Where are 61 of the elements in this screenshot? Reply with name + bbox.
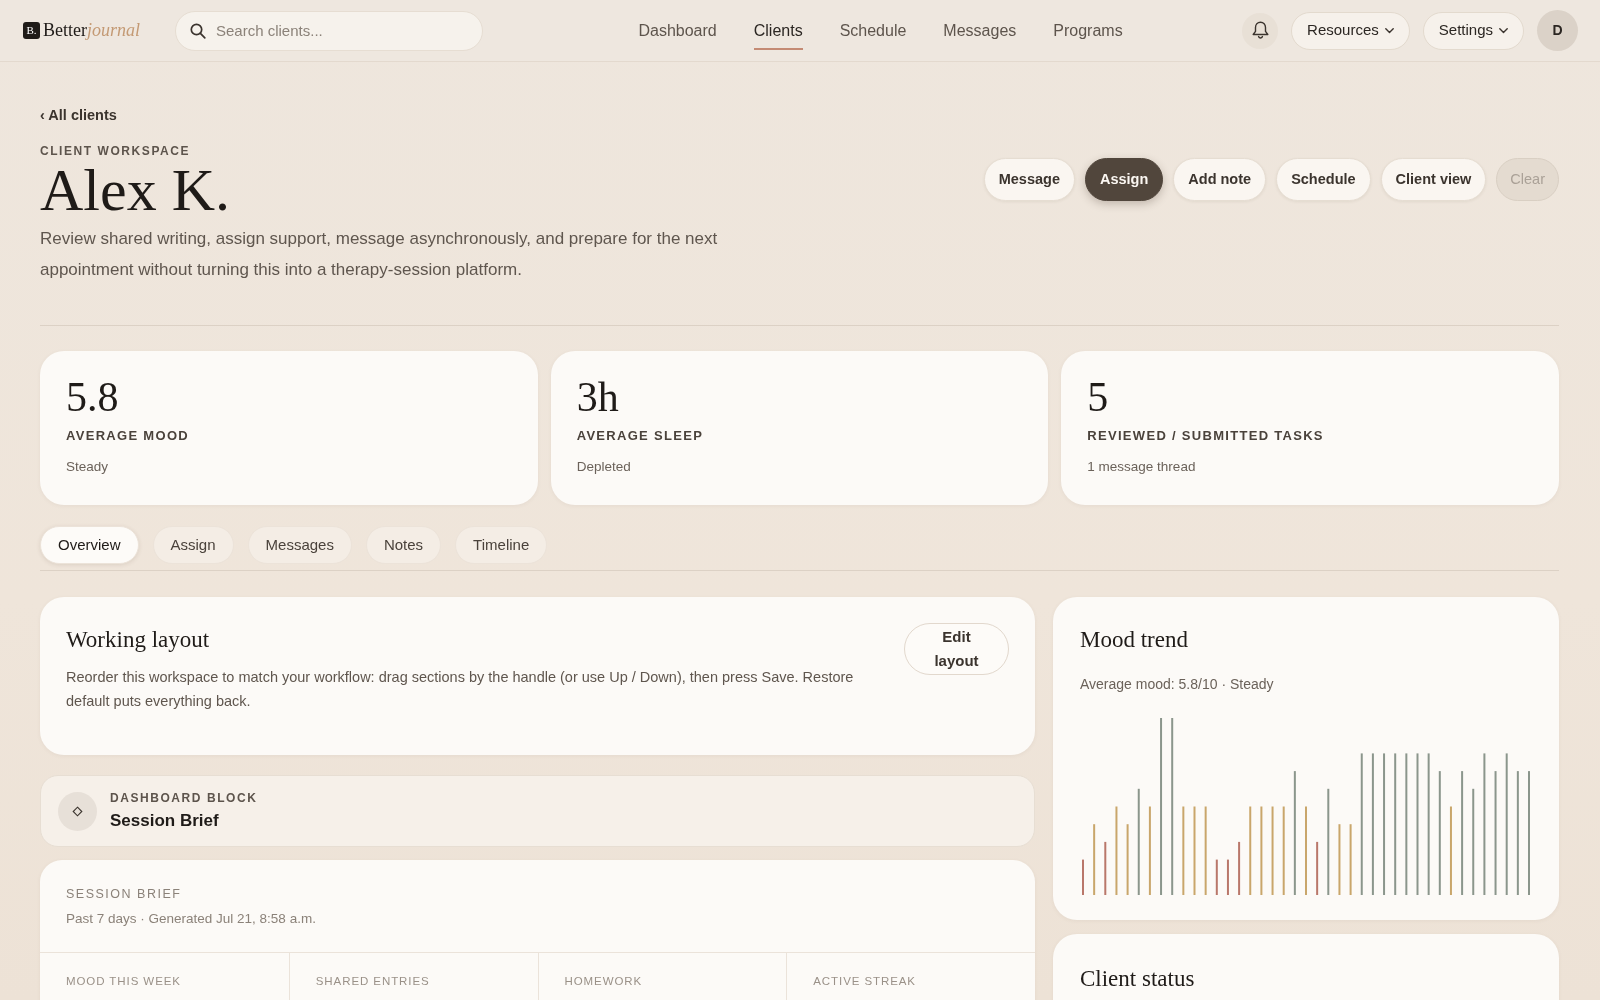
nav-link[interactable]: Clients bbox=[753, 11, 803, 50]
search-icon bbox=[190, 22, 206, 39]
stat-label: AVERAGE SLEEP bbox=[576, 427, 705, 445]
stat-note: 1 message thread bbox=[1087, 458, 1197, 476]
metric-label: HOMEWORK bbox=[564, 974, 644, 988]
nav-link[interactable]: Programs bbox=[1053, 11, 1123, 50]
dropdown-menu-button[interactable]: Settings bbox=[1422, 11, 1524, 50]
chevron-down-icon bbox=[1384, 27, 1394, 34]
user-avatar[interactable]: D bbox=[1537, 10, 1578, 51]
chevron-down-icon bbox=[1499, 27, 1508, 34]
stat-value: 3h bbox=[576, 375, 620, 419]
action-button[interactable]: Message bbox=[983, 158, 1075, 201]
nav-link[interactable]: Schedule bbox=[839, 11, 907, 50]
stat-label: AVERAGE MOOD bbox=[66, 427, 190, 445]
metric-label: SHARED ENTRIES bbox=[315, 974, 431, 988]
card-title: Mood trend bbox=[1080, 626, 1189, 654]
block-title: Session Brief bbox=[110, 810, 220, 832]
stat-value: 5 bbox=[1087, 375, 1110, 419]
mood-bar bbox=[1226, 859, 1229, 895]
block-label: DASHBOARD BLOCK bbox=[110, 790, 258, 806]
stat-label: REVIEWED / SUBMITTED TASKS bbox=[1087, 427, 1325, 445]
action-button[interactable]: Client view bbox=[1380, 158, 1487, 201]
tab[interactable]: Messages bbox=[247, 526, 352, 564]
back-link[interactable]: ‹ All clients bbox=[40, 106, 117, 124]
metric-label: MOOD THIS WEEK bbox=[66, 974, 182, 988]
client-name-heading: Alex K. bbox=[40, 159, 231, 221]
section-meta: Past 7 days · Generated Jul 21, 8:58 a.m. bbox=[65, 910, 317, 928]
page-description: Review shared writing, assign support, message asynchronously, and prepare for the next appointment without turning this into a therapy-session platform. bbox=[40, 228, 719, 281]
mood-bar bbox=[1215, 859, 1218, 895]
search-field[interactable]: Search clients... bbox=[175, 10, 483, 51]
action-button[interactable]: Add note bbox=[1173, 158, 1267, 201]
tab[interactable]: Timeline bbox=[455, 526, 548, 564]
stat-note: Steady bbox=[66, 458, 110, 476]
bell-icon bbox=[1251, 21, 1269, 40]
mood-bar bbox=[1104, 841, 1107, 895]
edit-layout-button[interactable]: Edit layout bbox=[904, 623, 1009, 675]
dropdown-menu-button[interactable]: Resources bbox=[1291, 11, 1410, 50]
stat-value: 5.8 bbox=[66, 375, 120, 419]
action-button[interactable]: Assign bbox=[1084, 158, 1164, 201]
section-label: SESSION BRIEF bbox=[65, 886, 183, 902]
mood-bar bbox=[1338, 824, 1341, 895]
mood-bar bbox=[1238, 841, 1241, 895]
action-button[interactable]: Schedule bbox=[1276, 158, 1371, 201]
eyebrow-label: CLIENT WORKSPACE bbox=[40, 143, 192, 159]
tab[interactable]: Overview bbox=[40, 526, 139, 564]
card-description: Reorder this workspace to match your workflow: drag sections by the handle (or use Up / Down), then press Save. Restore default puts everything back. bbox=[66, 668, 855, 711]
mood-bar bbox=[1316, 841, 1319, 895]
mood-bar bbox=[1349, 824, 1352, 895]
metric-label: ACTIVE STREAK bbox=[813, 974, 917, 988]
mood-bar bbox=[1093, 824, 1096, 895]
stat-note: Depleted bbox=[576, 458, 632, 476]
tab[interactable]: Assign bbox=[152, 526, 234, 564]
nav-link[interactable]: Messages bbox=[943, 11, 1017, 50]
card-title: Working layout bbox=[66, 626, 211, 654]
mood-summary: Average mood: 5.8/10 · Steady bbox=[1080, 675, 1275, 694]
logo-wordmark: Betterjournal bbox=[43, 19, 140, 42]
tab[interactable]: Notes bbox=[365, 526, 442, 564]
nav-link[interactable]: Dashboard bbox=[638, 11, 717, 50]
card-title: Client status bbox=[1080, 965, 1196, 993]
logo-mark: B. bbox=[23, 22, 40, 39]
mood-bar bbox=[1126, 824, 1129, 895]
